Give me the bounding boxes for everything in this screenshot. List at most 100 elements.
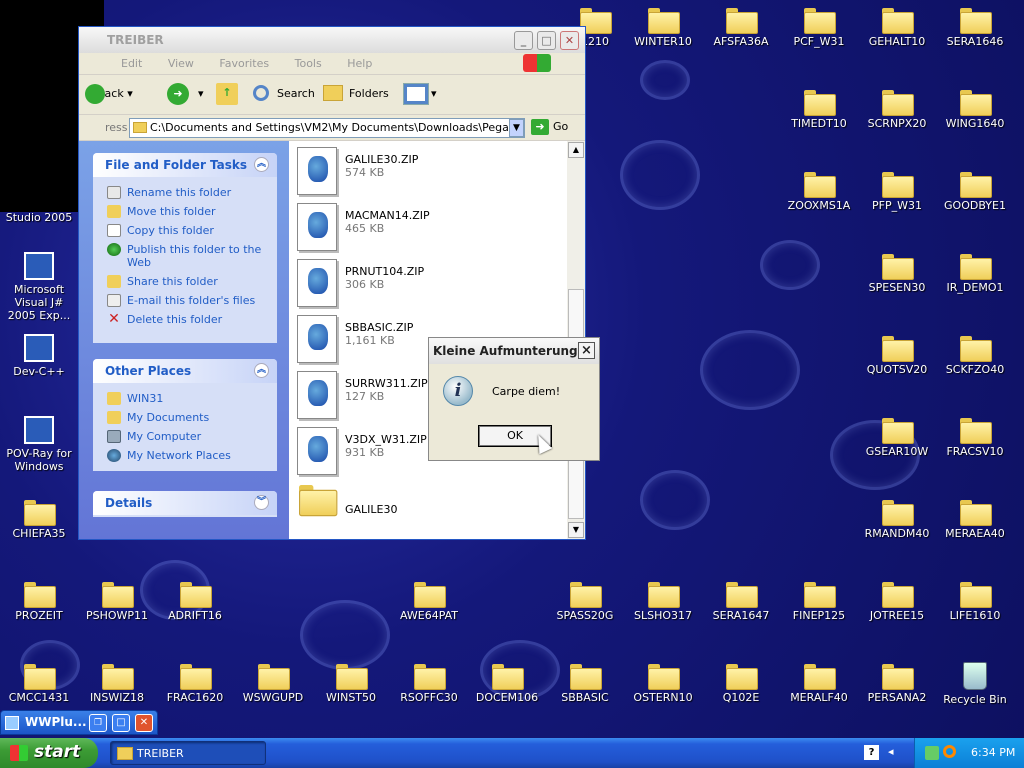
task-email[interactable]: E-mail this folder's files	[93, 291, 277, 310]
desktop-icon[interactable]: GEHALT10	[858, 4, 936, 84]
network-icon[interactable]	[925, 746, 939, 760]
menu-help[interactable]: Help	[347, 57, 372, 70]
file-item[interactable]: MACMAN14.ZIP 465 KB	[297, 203, 517, 253]
desktop-icon[interactable]: WSWGUPD	[234, 660, 312, 740]
back-button[interactable]: Back ▾	[85, 84, 133, 104]
forward-dropdown-icon[interactable]: ▾	[198, 87, 204, 100]
desktop-icon[interactable]: AFSFA36A	[702, 4, 780, 84]
close-icon[interactable]: ✕	[135, 714, 153, 732]
desktop-icon[interactable]: Microsoft Visual J# 2005 Exp...	[0, 250, 78, 330]
maximize-icon[interactable]: □	[537, 31, 556, 50]
task-move[interactable]: Move this folder	[93, 202, 277, 221]
desktop-icon[interactable]: SCRNPX20	[858, 86, 936, 166]
desktop-icon[interactable]: DOCEM106	[468, 660, 546, 740]
scroll-down-icon[interactable]: ▼	[568, 522, 584, 538]
place-my-network[interactable]: My Network Places	[93, 446, 277, 465]
desktop-icon[interactable]: PFP_W31	[858, 168, 936, 248]
desktop-icon[interactable]: Recycle Bin	[936, 660, 1014, 740]
file-item[interactable]: GALILE30.ZIP 574 KB	[297, 147, 517, 197]
desktop-icon[interactable]: WINTER10	[624, 4, 702, 84]
desktop-icon[interactable]: Dev-C++	[0, 332, 78, 412]
task-rename[interactable]: Rename this folder	[93, 183, 277, 202]
folders-button[interactable]: Folders	[323, 85, 389, 101]
menu-favorites[interactable]: Favorites	[219, 57, 269, 70]
explorer-window[interactable]: TREIBER _ □ ✕ Edit View Favorites Tools …	[78, 26, 586, 540]
forward-arrow-icon[interactable]: ➜	[167, 83, 189, 105]
desktop-icon[interactable]: SCKFZO40	[936, 332, 1014, 412]
desktop-icon[interactable]: QUOTSV20	[858, 332, 936, 412]
desktop-icon[interactable]: PCF_W31	[780, 4, 858, 84]
desktop-icon[interactable]: SERA1647	[702, 578, 780, 658]
desktop-icon[interactable]: SERA1646	[936, 4, 1014, 84]
desktop-icon[interactable]: ZOOXMS1A	[780, 168, 858, 248]
desktop-icon[interactable]: ADRIFT16	[156, 578, 234, 658]
clock[interactable]: 6:34 PM	[971, 746, 1015, 759]
menu-tools[interactable]: Tools	[295, 57, 322, 70]
place-my-documents[interactable]: My Documents	[93, 408, 277, 427]
desktop-icon[interactable]: MERAEA40	[936, 496, 1014, 576]
desktop-icon[interactable]: WING1640	[936, 86, 1014, 166]
menu-edit[interactable]: Edit	[121, 57, 142, 70]
desktop-icon[interactable]: CHIEFA35	[0, 496, 78, 576]
collapse-chevron-icon[interactable]: ︽	[254, 157, 269, 172]
chevron-left-icon[interactable]: ◂	[888, 745, 894, 758]
explorer-titlebar[interactable]: TREIBER _ □ ✕	[79, 27, 585, 53]
desktop-icon[interactable]: MERALF40	[780, 660, 858, 740]
dialog-titlebar[interactable]: Kleine Aufmunterung ×	[429, 338, 599, 364]
place-win31[interactable]: WIN31	[93, 389, 277, 408]
desktop-icon[interactable]: PROZEIT	[0, 578, 78, 658]
help-icon[interactable]: ?	[864, 745, 879, 760]
taskbar-item-treiber[interactable]: TREIBER	[110, 741, 266, 765]
collapse-chevron-icon[interactable]: ︽	[254, 363, 269, 378]
desktop-icon[interactable]: TIMEDT10	[780, 86, 858, 166]
folder-item[interactable]: GALILE30	[297, 485, 517, 535]
desktop-icon[interactable]: FINEP125	[780, 578, 858, 658]
message-dialog[interactable]: Kleine Aufmunterung × i Carpe diem! OK	[428, 337, 600, 461]
search-button[interactable]: Search	[251, 85, 315, 101]
task-publish[interactable]: Publish this folder to the Web	[93, 240, 277, 272]
minimized-window[interactable]: WWPlu... ❐ □ ✕	[0, 710, 158, 735]
place-my-computer[interactable]: My Computer	[93, 427, 277, 446]
desktop-icon[interactable]: GSEAR10W	[858, 414, 936, 494]
desktop-icon[interactable]: AWE64PAT	[390, 578, 468, 658]
desktop-icon[interactable]: FRAC1620	[156, 660, 234, 740]
go-button[interactable]: ➜ Go	[531, 119, 568, 135]
start-button[interactable]: start	[0, 738, 98, 768]
details-header[interactable]: Details ︾	[93, 491, 277, 515]
menu-view[interactable]: View	[168, 57, 194, 70]
task-delete[interactable]: ✕ Delete this folder	[93, 310, 277, 329]
desktop-icon[interactable]: GOODBYE1	[936, 168, 1014, 248]
dialog-close-button[interactable]: ×	[578, 342, 595, 359]
desktop-icon[interactable]: RSOFFC30	[390, 660, 468, 740]
desktop-icon[interactable]: IR_DEMO1	[936, 250, 1014, 330]
up-folder-icon[interactable]: ↑	[216, 83, 238, 105]
desktop-icon[interactable]: SPESEN30	[858, 250, 936, 330]
desktop-icon[interactable]: SBBASIC	[546, 660, 624, 740]
desktop-icon[interactable]: PSHOWP11	[78, 578, 156, 658]
desktop-icon[interactable]: PERSANA2	[858, 660, 936, 740]
minimize-icon[interactable]: _	[514, 31, 533, 50]
address-dropdown-icon[interactable]: ▼	[509, 119, 524, 137]
desktop-icon[interactable]: JOTREE15	[858, 578, 936, 658]
task-copy[interactable]: Copy this folder	[93, 221, 277, 240]
desktop-icon[interactable]: FRACSV10	[936, 414, 1014, 494]
address-input[interactable]: C:\Documents and Settings\VM2\My Documen…	[129, 118, 525, 138]
desktop-icon[interactable]: OSTERN10	[624, 660, 702, 740]
maximize-icon[interactable]: □	[112, 714, 130, 732]
scroll-up-icon[interactable]: ▲	[568, 142, 584, 158]
desktop-icon[interactable]: RMANDM40	[858, 496, 936, 576]
file-item[interactable]: PRNUT104.ZIP 306 KB	[297, 259, 517, 309]
desktop-icon[interactable]: SLSHO317	[624, 578, 702, 658]
views-dropdown-icon[interactable]: ▾	[431, 87, 437, 100]
desktop-icon[interactable]: Q102E	[702, 660, 780, 740]
restore-icon[interactable]: ❐	[89, 714, 107, 732]
desktop-icon[interactable]: POV-Ray for Windows	[0, 414, 78, 494]
other-places-header[interactable]: Other Places ︽	[93, 359, 277, 383]
views-icon[interactable]	[403, 83, 429, 105]
search-icon[interactable]	[943, 745, 956, 758]
file-folder-tasks-header[interactable]: File and Folder Tasks ︽	[93, 153, 277, 177]
close-icon[interactable]: ✕	[560, 31, 579, 50]
desktop-icon[interactable]: SPASS20G	[546, 578, 624, 658]
task-share[interactable]: Share this folder	[93, 272, 277, 291]
expand-chevron-icon[interactable]: ︾	[254, 495, 269, 510]
